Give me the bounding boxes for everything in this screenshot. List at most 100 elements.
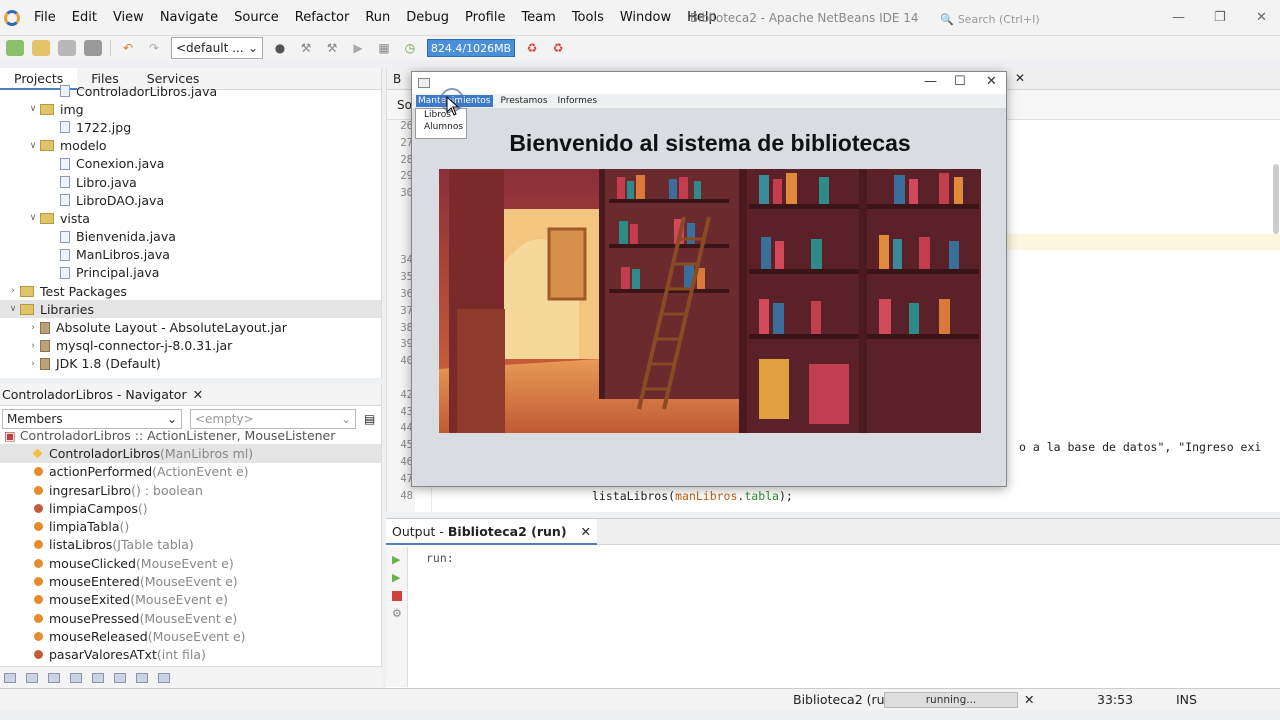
menu-source[interactable]: Source [226,10,287,25]
build-hammer-icon[interactable]: ⚒ [297,40,315,56]
menu-view[interactable]: View [105,10,152,25]
member-row[interactable]: actionPerformed (ActionEvent e) [0,463,381,481]
chevron-down-icon[interactable]: ∨ [26,213,40,223]
tree-item[interactable]: › Test Packages [0,282,381,300]
redo-icon[interactable]: ↷ [145,40,163,56]
undo-icon[interactable]: ↶ [119,40,137,56]
chevron-down-icon[interactable]: ∨ [26,104,40,114]
open-project-icon[interactable] [58,40,76,56]
run-icon[interactable]: ▶ [349,40,367,56]
tree-item[interactable]: Conexion.java [0,155,381,173]
new-file-icon[interactable] [32,40,50,56]
close-icon[interactable]: ✕ [581,524,591,539]
member-row[interactable]: pasarValoresATxt (int fila) [0,646,381,664]
tree-item[interactable]: Principal.java [0,264,381,282]
menu-item-alumnos[interactable]: Alumnos [416,121,466,133]
maximize-button[interactable]: ☐ [954,74,966,89]
tree-item[interactable]: 1722.jpg [0,118,381,136]
code-line-48[interactable]: listaLibros(manLibros.tabla); [592,489,793,503]
members-filter-select[interactable]: Members ⌄ [2,409,182,429]
search-box[interactable]: 🔍 Search (Ctrl+I) [940,10,1100,28]
editor-scrollbar[interactable] [1273,94,1280,394]
new-project-icon[interactable] [6,40,24,56]
cancel-run-icon[interactable]: ✕ [1024,692,1034,707]
gc-icon[interactable]: ♻ [523,40,541,56]
filter-icon[interactable] [4,672,16,683]
close-button[interactable]: ✕ [986,74,997,89]
menu-team[interactable]: Team [513,10,563,25]
restore-button[interactable]: ❐ [1214,10,1226,25]
tree-item[interactable]: › mysql-connector-j-8.0.31.jar [0,337,381,355]
sort-icon[interactable] [158,672,170,683]
member-row[interactable]: mousePressed (MouseEvent e) [0,609,381,627]
code-line-45[interactable]: o a la base de datos", "Ingreso exi [1019,440,1261,454]
chevron-down-icon[interactable]: ∨ [6,304,20,314]
member-row[interactable]: mouseClicked (MouseEvent e) [0,554,381,572]
tree-item[interactable]: ManLibros.java [0,246,381,264]
menu-file[interactable]: File [26,10,64,25]
editor-tab[interactable]: B [387,72,407,86]
menu-edit[interactable]: Edit [64,10,105,25]
filter-icon[interactable] [48,672,60,683]
menu-navigate[interactable]: Navigate [152,10,226,25]
close-icon[interactable]: ✕ [193,387,203,402]
filter-icon[interactable] [114,672,126,683]
source-tab[interactable]: So [397,98,412,112]
member-row[interactable]: ControladorLibros (ManLibros ml) [0,444,381,463]
tree-item[interactable]: Bienvenida.java [0,228,381,246]
menu-prestamos[interactable]: Prestamos [499,95,550,107]
tab-output[interactable]: Output - Biblioteca2 (run) ✕ [386,518,598,545]
menu-run[interactable]: Run [357,10,398,25]
member-row[interactable]: ingresarLibro() : boolean [0,481,381,499]
profile-icon[interactable]: ◷ [401,40,419,56]
menu-window[interactable]: Window [612,10,679,25]
chevron-right-icon[interactable]: › [26,341,40,351]
member-row[interactable]: mouseReleased (MouseEvent e) [0,627,381,645]
navigator-root[interactable]: ▣ ControladorLibros :: ActionListener, M… [0,426,381,444]
member-row[interactable]: mouseExited (MouseEvent e) [0,591,381,609]
stop-icon[interactable] [392,591,402,601]
tree-item[interactable]: ∨ Libraries [0,300,381,319]
tree-item[interactable]: ∨ modelo [0,137,381,155]
menu-tools[interactable]: Tools [564,10,612,25]
filter-icon[interactable] [70,672,82,683]
chevron-down-icon[interactable]: ∨ [26,141,40,151]
filter-icon[interactable] [92,672,104,683]
configuration-select[interactable]: <default ... ⌄ [171,37,263,59]
globe-icon[interactable]: ● [271,40,289,56]
memory-indicator[interactable]: 824.4/1026MB [427,39,515,57]
empty-select[interactable]: <empty> ⌄ [190,409,356,429]
rerun-icon[interactable]: ▶ [392,554,402,565]
minimize-button[interactable]: — [924,74,937,89]
member-row[interactable]: mouseEntered (MouseEvent e) [0,572,381,590]
close-icon[interactable]: ✕ [1015,71,1025,85]
chevron-right-icon[interactable]: › [26,359,40,369]
menu-debug[interactable]: Debug [398,10,457,25]
rerun-different-icon[interactable]: ▶ [392,572,402,583]
minimize-button[interactable]: — [1172,10,1185,25]
filter-icon[interactable] [136,672,148,683]
tree-item[interactable]: ∨ img [0,100,381,118]
settings-icon[interactable]: ⚙ [392,608,402,619]
tree-item[interactable]: Libro.java [0,173,381,191]
debug-icon[interactable]: ▦ [375,40,393,56]
tree-item[interactable]: › JDK 1.8 (Default) [0,355,381,373]
menu-refactor[interactable]: Refactor [287,10,358,25]
save-all-icon[interactable] [84,40,102,56]
chevron-right-icon[interactable]: › [26,323,40,333]
member-row[interactable]: limpiaCampos() [0,499,381,517]
scrollbar-thumb[interactable] [1273,164,1279,234]
gc-run-icon[interactable]: ♻ [549,40,567,56]
chevron-right-icon[interactable]: › [6,286,20,296]
member-row[interactable]: limpiaTabla() [0,517,381,535]
tree-item[interactable]: LibroDAO.java [0,191,381,209]
menu-profile[interactable]: Profile [457,10,513,25]
tree-item[interactable]: ∨ vista [0,209,381,227]
run-progress-bar[interactable]: running... [884,692,1018,708]
filter-icon[interactable] [26,672,38,683]
navigator-options-icon[interactable]: ▤ [364,412,375,426]
member-row[interactable]: listaLibros (JTable tabla) [0,536,381,554]
menu-informes[interactable]: Informes [556,95,600,107]
clean-build-icon[interactable]: ⚒ [323,40,341,56]
app-window-titlebar[interactable]: — ☐ ✕ [412,72,1006,94]
